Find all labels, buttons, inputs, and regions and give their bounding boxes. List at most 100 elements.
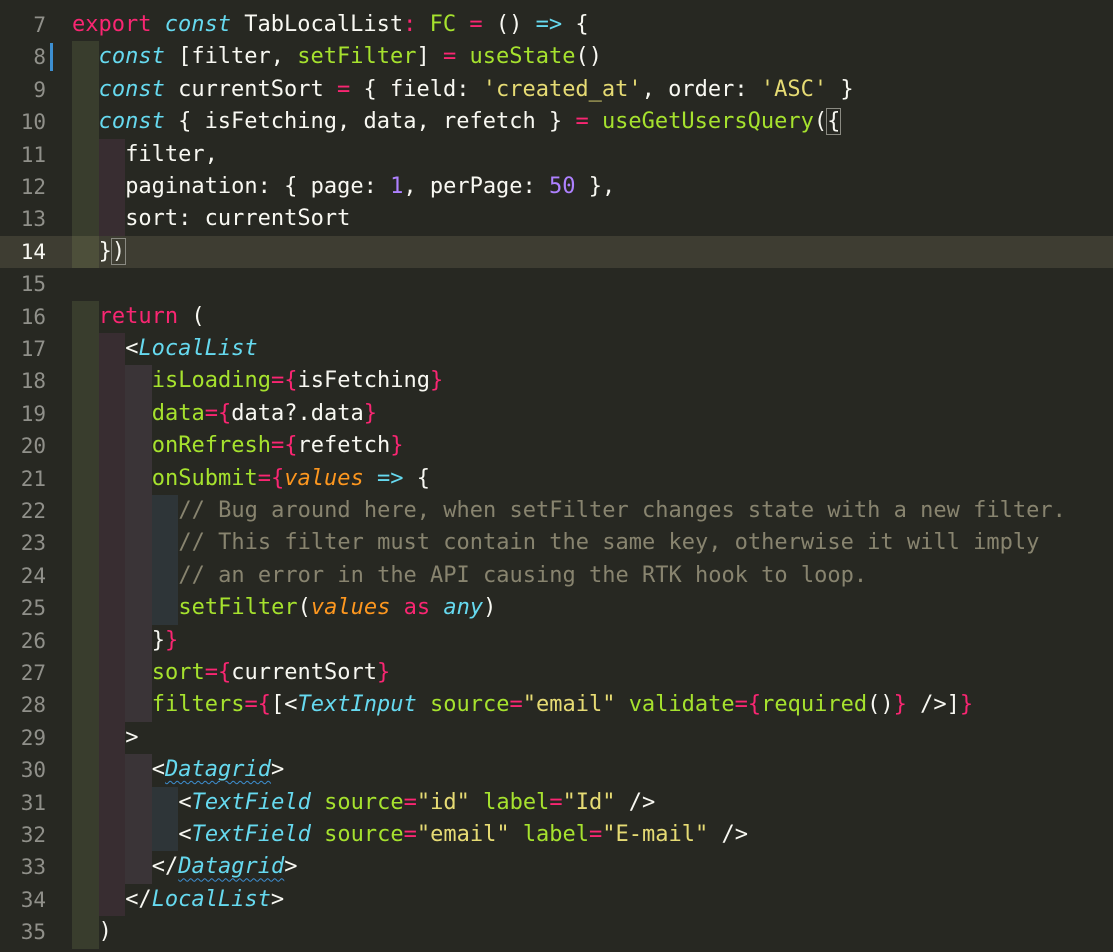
line-number: 23: [20, 531, 46, 556]
code-line[interactable]: 23 // This filter must contain the same k…: [0, 527, 1113, 560]
indent-guide: [98, 138, 126, 171]
code-token: </: [151, 854, 179, 880]
indent-guide: [72, 819, 99, 852]
code-line[interactable]: 12 pagination: { page: 1, perPage: 50 },: [0, 171, 1113, 204]
indent-guide: [151, 559, 179, 593]
code-token: setFilter: [178, 595, 298, 621]
code-token: }: [827, 76, 854, 102]
code-line[interactable]: 14}): [0, 235, 1113, 269]
code-token: filter,: [125, 141, 218, 167]
code-token: pagination: { page:: [125, 174, 391, 199]
indent-guide: [98, 786, 126, 819]
code-text: pagination: { page: 1, perPage: 50 },: [125, 171, 615, 203]
code-token: "email": [416, 822, 510, 847]
code-line[interactable]: 33 </Datagrid>: [0, 851, 1113, 884]
code-token: return: [98, 303, 179, 329]
line-number: 24: [20, 563, 46, 588]
code-token: Datagrid: [165, 757, 272, 783]
code-line[interactable]: 21 onSubmit={values => {: [0, 462, 1113, 495]
code-line[interactable]: 26}}: [0, 624, 1113, 657]
indent-guide: [151, 786, 179, 819]
code-token: (: [813, 109, 828, 135]
code-token: onRefresh: [151, 433, 272, 459]
line-number: 31: [20, 790, 46, 815]
code-text: data={data?.data}: [152, 398, 377, 430]
code-token: source: [324, 822, 404, 847]
code-line[interactable]: 24 // an error in the API causing the RTK…: [0, 559, 1113, 593]
code-line[interactable]: 10 const { isFetching, data, refetch } = …: [0, 106, 1113, 139]
line-number: 32: [20, 823, 46, 847]
code-token: , order:: [641, 76, 761, 102]
code-line[interactable]: 18 isLoading={isFetching}: [0, 365, 1113, 398]
code-token: =: [443, 44, 457, 70]
indent-guide: [98, 495, 126, 528]
code-token: ]: [416, 44, 443, 70]
code-token: setFilter: [297, 44, 417, 70]
indent-guide: [98, 689, 126, 722]
indent-guide: [72, 106, 99, 139]
code-line[interactable]: 15: [0, 268, 1113, 300]
code-line[interactable]: 11 filter,: [0, 138, 1113, 171]
code-line[interactable]: 8 const [filter, setFilter] = useState(): [0, 41, 1113, 74]
indent-guide: [98, 171, 126, 204]
code-line[interactable]: 28 filters={[<TextInput source="email" va…: [0, 689, 1113, 722]
line-number: 12: [20, 175, 46, 199]
code-line[interactable]: 35): [0, 916, 1113, 949]
indent-guide: [98, 397, 126, 431]
code-token: // Bug around here, when setFilter chang…: [178, 498, 1066, 523]
code-token: =: [403, 789, 417, 815]
code-line[interactable]: 19 data={data?.data}: [0, 397, 1113, 431]
indent-guide: [72, 300, 99, 333]
code-line[interactable]: 22 // Bug around here, when setFilter cha…: [0, 495, 1113, 528]
line-number: 9: [33, 77, 46, 102]
code-line[interactable]: 9 const currentSort = { field: 'created_a…: [0, 73, 1113, 107]
code-token: Datagrid: [178, 854, 285, 880]
line-number: 33: [20, 855, 46, 880]
code-line[interactable]: 29 >: [0, 721, 1113, 755]
indent-guide: [98, 624, 126, 657]
code-line[interactable]: 31 <TextField source="id" label="Id" />: [0, 786, 1113, 819]
code-token: (): [575, 44, 602, 70]
code-token: =: [204, 400, 219, 426]
indent-guide: [125, 559, 152, 593]
indent-guide: [72, 657, 99, 690]
code-line[interactable]: 25 setFilter(values as any): [0, 592, 1113, 625]
code-token: // This filter must contain the same key…: [178, 530, 1040, 556]
code-text: // an error in the API causing the RTK h…: [178, 560, 867, 592]
code-token: TextInput: [297, 692, 417, 718]
indent-guide: [151, 495, 179, 528]
code-line[interactable]: 16 return (: [0, 300, 1113, 333]
code-token: :: [403, 12, 417, 37]
code-token: >: [125, 724, 139, 750]
code-line[interactable]: 27 sort={currentSort}: [0, 657, 1113, 690]
code-token: sort: [151, 660, 205, 685]
code-line[interactable]: 7 export const TabLocalList: FC = () => {: [0, 9, 1113, 41]
line-number: 20: [20, 434, 46, 459]
code-token: }: [390, 433, 404, 459]
code-line[interactable]: 30 <Datagrid>: [0, 754, 1113, 787]
code-token: LocalList: [138, 336, 258, 361]
line-number: 7: [33, 13, 46, 37]
code-token: "Id": [562, 789, 616, 815]
code-line[interactable]: 20 onRefresh={refetch}: [0, 430, 1113, 463]
code-line[interactable]: 34 </LocalList>: [0, 883, 1113, 917]
code-editor[interactable]: 7 export const TabLocalList: FC = () => {…: [0, 0, 1113, 952]
indent-guide: [72, 786, 99, 819]
code-line[interactable]: 17 <LocalList: [0, 333, 1113, 366]
code-token: />: [615, 789, 656, 815]
code-line[interactable]: 32 <TextField source="email" label="E-mai…: [0, 819, 1113, 852]
code-token: ): [98, 919, 112, 945]
code-line[interactable]: 13 sort: currentSort: [0, 203, 1113, 236]
code-token: =: [204, 660, 219, 685]
code-token: =: [456, 12, 496, 37]
indent-guide: [72, 41, 99, 74]
line-number: 15: [20, 272, 46, 297]
line-number: 13: [20, 207, 46, 232]
code-token: =: [403, 822, 417, 847]
code-text: sort: currentSort: [125, 203, 350, 235]
code-text: </LocalList>: [125, 884, 284, 916]
